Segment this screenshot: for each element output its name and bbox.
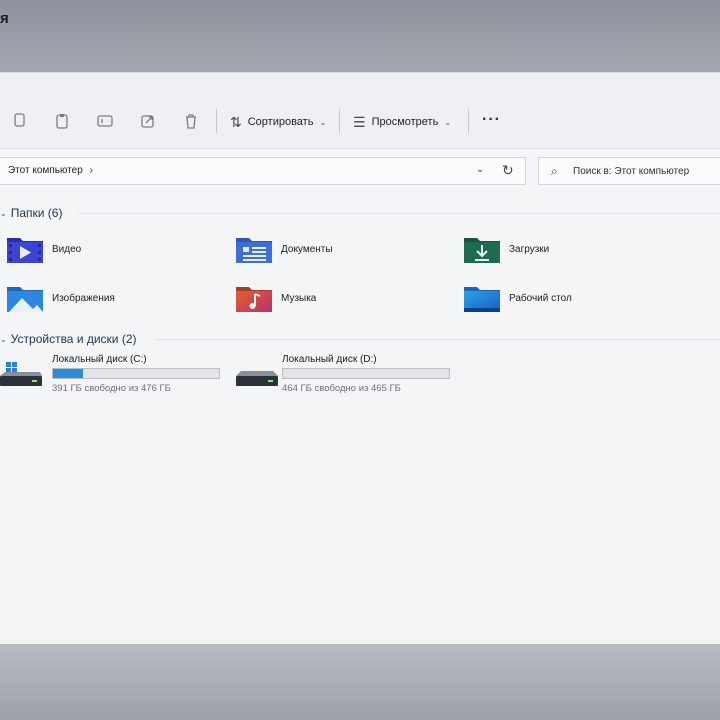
chevron-down-icon: ⌄ xyxy=(0,334,7,344)
drive-d[interactable]: Локальный диск (D:) 464 ГБ свободно из 4… xyxy=(230,354,450,398)
rename-icon[interactable] xyxy=(95,111,115,131)
view-label: Просмотреть xyxy=(371,116,439,128)
view-button[interactable]: ☰ Просмотреть ⌄ xyxy=(353,111,451,133)
sort-button[interactable]: ⇅ Сортировать ⌄ xyxy=(230,111,326,133)
folder-documents[interactable]: Документы xyxy=(235,232,333,266)
share-icon[interactable] xyxy=(138,111,158,131)
search-box[interactable]: ⌕ Поиск в: Этот компьютер xyxy=(538,157,720,185)
group-divider xyxy=(156,339,720,340)
pictures-folder-icon xyxy=(7,287,43,312)
folders-group-title: Папки (6) xyxy=(10,206,63,220)
window-title-fragment: я xyxy=(0,10,9,27)
more-options-button[interactable]: ··· xyxy=(482,111,501,129)
paste-icon[interactable] xyxy=(52,111,72,131)
sort-label: Сортировать xyxy=(247,116,314,128)
drive-free-space: 391 ГБ свободно из 476 ГБ xyxy=(52,383,171,394)
file-explorer-window: ⇅ Сортировать ⌄ ☰ Просмотреть ⌄ ··· Этот… xyxy=(0,72,720,644)
system-drive-icon xyxy=(0,362,42,386)
sort-icon: ⇅ xyxy=(230,113,242,130)
documents-folder-icon xyxy=(236,238,272,263)
search-placeholder[interactable]: Поиск в: Этот компьютер xyxy=(573,166,689,177)
command-bar: ⇅ Сортировать ⌄ ☰ Просмотреть ⌄ ··· xyxy=(0,73,720,149)
breadcrumb[interactable]: Этот компьютер › xyxy=(8,165,93,176)
chevron-down-icon: ⌄ xyxy=(0,208,7,218)
drive-icon xyxy=(236,371,278,386)
screen-bezel-bottom xyxy=(0,644,720,720)
desktop-folder-icon xyxy=(464,287,500,312)
drives-group-title: Устройства и диски (2) xyxy=(10,332,137,346)
folder-label: Изображения xyxy=(52,292,115,304)
music-folder-icon xyxy=(236,287,272,312)
address-bar[interactable]: Этот компьютер › ⌄ ↻ xyxy=(0,157,526,185)
toolbar-separator xyxy=(216,109,217,133)
chevron-down-icon: ⌄ xyxy=(444,117,452,127)
copy-icon[interactable] xyxy=(9,111,29,131)
drives-group-header[interactable]: ⌄ Устройства и диски (2) xyxy=(0,330,137,348)
search-icon: ⌕ xyxy=(551,164,558,178)
breadcrumb-chevron-icon[interactable]: › xyxy=(90,165,93,176)
delete-icon[interactable] xyxy=(181,111,201,131)
folder-label: Музыка xyxy=(281,292,317,304)
downloads-folder-icon xyxy=(464,238,500,263)
drive-usage-bar xyxy=(52,368,220,379)
folder-desktop[interactable]: Рабочий стол xyxy=(463,281,572,315)
chevron-down-icon: ⌄ xyxy=(319,117,327,127)
breadcrumb-this-pc[interactable]: Этот компьютер xyxy=(8,165,83,176)
group-divider xyxy=(78,213,720,214)
videos-folder-icon xyxy=(7,238,43,263)
drive-c[interactable]: Локальный диск (C:) 391 ГБ свободно из 4… xyxy=(0,354,220,398)
folder-label: Видео xyxy=(52,243,82,255)
drive-usage-fill xyxy=(53,369,83,378)
address-history-dropdown-icon[interactable]: ⌄ xyxy=(476,164,484,175)
toolbar-separator xyxy=(339,109,340,133)
toolbar-separator xyxy=(468,109,469,133)
folders-group-header[interactable]: ⌄ Папки (6) xyxy=(0,204,62,222)
folder-label: Документы xyxy=(281,243,333,255)
folder-videos[interactable]: Видео xyxy=(6,232,81,266)
drive-usage-bar xyxy=(282,368,450,379)
view-icon: ☰ xyxy=(353,113,366,130)
folder-music[interactable]: Музыка xyxy=(235,281,316,315)
drive-name: Локальный диск (C:) xyxy=(52,354,147,365)
drive-name: Локальный диск (D:) xyxy=(282,354,377,365)
screen-bezel-top: я xyxy=(0,0,720,72)
folder-downloads[interactable]: Загрузки xyxy=(463,232,549,266)
drive-free-space: 464 ГБ свободно из 465 ГБ xyxy=(282,383,401,394)
refresh-icon[interactable]: ↻ xyxy=(502,162,514,179)
folder-label: Загрузки xyxy=(509,243,550,255)
folder-label: Рабочий стол xyxy=(509,292,572,304)
folder-pictures[interactable]: Изображения xyxy=(6,281,115,315)
